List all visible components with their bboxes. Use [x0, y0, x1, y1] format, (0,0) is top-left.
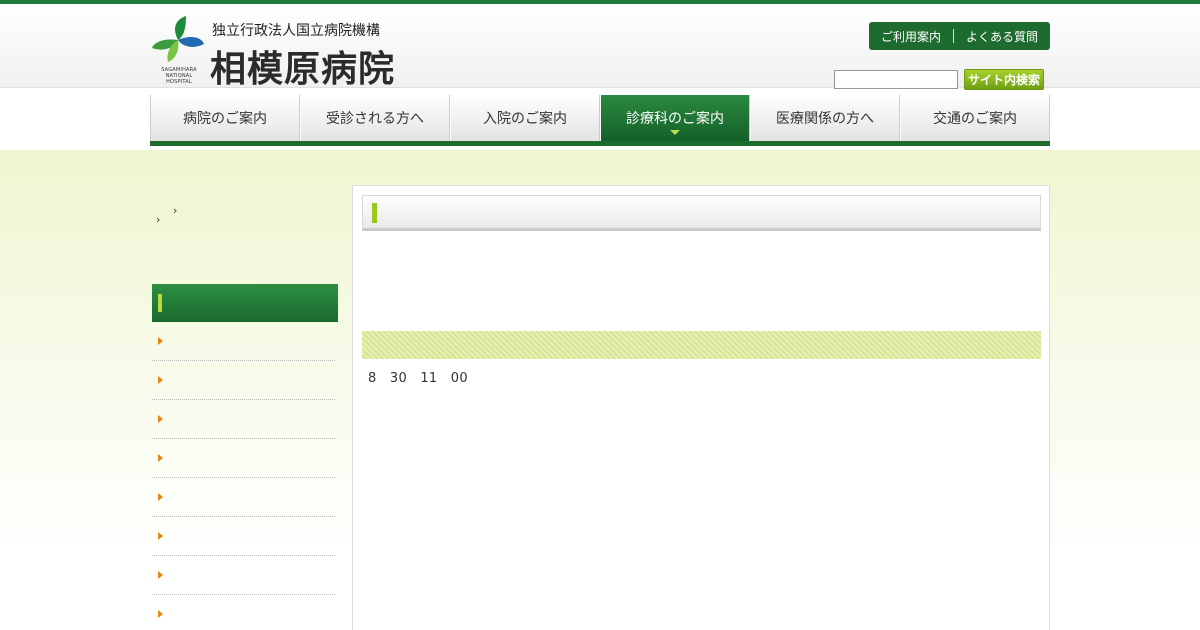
- arrow-right-icon: [158, 532, 163, 540]
- active-tab-arrow-icon: [670, 130, 680, 135]
- heading-accent-bar: [158, 294, 162, 312]
- gnav-label: 診療科のご案内: [626, 111, 724, 127]
- gnav-label: 医療関係の方へ: [776, 111, 874, 127]
- hospital-name: 相模原病院: [210, 48, 396, 90]
- arrow-right-icon: [158, 415, 163, 423]
- main-content: 8 30 11 00: [352, 185, 1050, 630]
- sidebar-item[interactable]: [152, 478, 335, 517]
- gnav-label: 受診される方へ: [326, 111, 424, 127]
- gnav-medical-professionals[interactable]: 医療関係の方へ: [750, 95, 900, 141]
- sidebar-item[interactable]: [152, 361, 335, 400]
- gnav-outpatients[interactable]: 受診される方へ: [300, 95, 450, 141]
- sidebar-item[interactable]: [152, 517, 335, 556]
- gnav-hospital-info[interactable]: 病院のご案内: [150, 95, 300, 141]
- heading-accent-bar: [372, 203, 377, 223]
- arrow-right-icon: [158, 571, 163, 579]
- sidebar-item[interactable]: [152, 322, 335, 361]
- body-text: 8 30 11 00: [368, 369, 1044, 404]
- faq-link[interactable]: よくある質問: [954, 28, 1050, 45]
- site-logo[interactable]: SAGAMIHARA NATIONAL HOSPITAL 独立行政法人国立病院機…: [150, 14, 410, 90]
- sidebar-heading: [152, 284, 338, 322]
- arrow-right-icon: [158, 454, 163, 462]
- site-header: SAGAMIHARA NATIONAL HOSPITAL 独立行政法人国立病院機…: [0, 4, 1200, 90]
- arrow-right-icon: [158, 376, 163, 384]
- gnav-admission[interactable]: 入院のご案内: [450, 95, 600, 141]
- section-heading: [362, 331, 1041, 359]
- usage-guide-link[interactable]: ご利用案内: [869, 28, 953, 45]
- site-search-button[interactable]: サイト内検索: [964, 69, 1044, 90]
- text-line: 8 30 11 00: [368, 371, 468, 386]
- sidebar-item[interactable]: [152, 595, 335, 630]
- sidebar-item[interactable]: [152, 400, 335, 439]
- gnav-label: 入院のご案内: [483, 111, 567, 127]
- arrow-right-icon: [158, 493, 163, 501]
- gnav-label: 交通のご案内: [933, 111, 1017, 127]
- gnav-access[interactable]: 交通のご案内: [900, 95, 1050, 141]
- logo-english-name: SAGAMIHARA NATIONAL HOSPITAL: [161, 67, 197, 85]
- site-search-input[interactable]: [834, 70, 958, 89]
- gnav-label: 病院のご案内: [183, 111, 267, 127]
- paragraph: 8 30 11 00: [368, 369, 1044, 389]
- gnav-departments[interactable]: 診療科のご案内: [600, 95, 750, 141]
- breadcrumb-separator: ›: [156, 213, 161, 226]
- arrow-right-icon: [158, 337, 163, 345]
- breadcrumb-separator: ›: [173, 204, 178, 217]
- sidebar-item[interactable]: [152, 556, 335, 595]
- page-heading-box: [362, 195, 1041, 231]
- organization-name: 独立行政法人国立病院機構: [212, 23, 380, 39]
- sidebar-item[interactable]: [152, 439, 335, 478]
- arrow-right-icon: [158, 610, 163, 618]
- sidebar-menu: [152, 284, 338, 630]
- utility-links: ご利用案内 よくある質問: [869, 22, 1050, 50]
- global-navigation: 病院のご案内 受診される方へ 入院のご案内 診療科のご案内 医療関係の方へ 交通…: [150, 95, 1050, 146]
- leaf-logo-icon: [152, 16, 204, 62]
